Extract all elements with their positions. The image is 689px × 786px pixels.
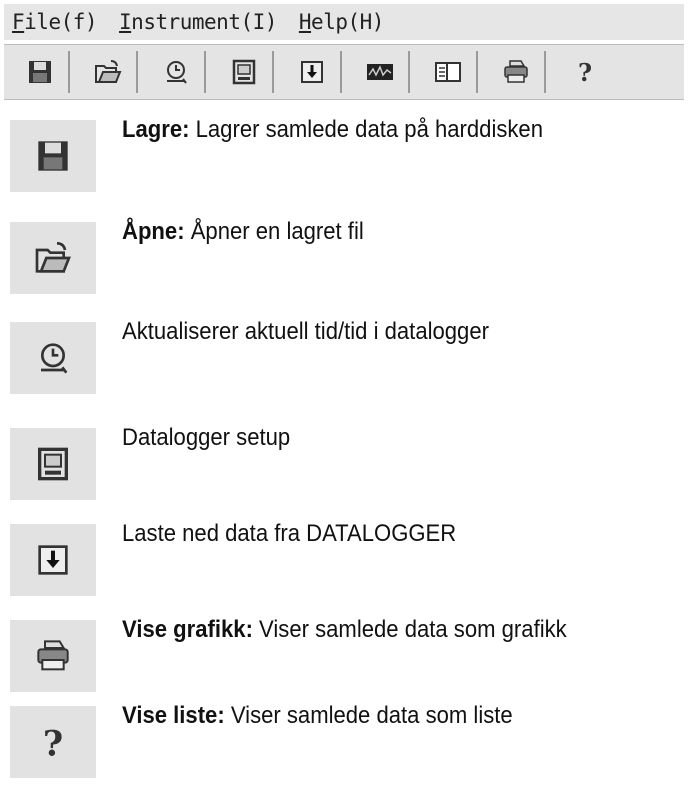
legend-open-text: Åpne: Åpner en lagret fil bbox=[122, 218, 364, 246]
legend-graph-title: Vise grafikk: bbox=[122, 616, 253, 643]
download-icon bbox=[301, 61, 323, 83]
download-icon bbox=[38, 545, 68, 575]
setup-icon bbox=[38, 447, 68, 481]
legend-row-download: Laste ned data fra DATALOGGER bbox=[10, 520, 680, 604]
toolbar: ? bbox=[4, 44, 684, 100]
menu-help-mnemonic: H bbox=[298, 10, 312, 34]
legend-save-title: Lagre: bbox=[122, 116, 190, 143]
legend-open-desc: Åpner en lagret fil bbox=[184, 218, 364, 245]
legend-row-open: Åpne: Åpner en lagret fil bbox=[10, 218, 680, 302]
legend-setup-desc: Datalogger setup bbox=[122, 424, 291, 451]
legend-row-setup: Datalogger setup bbox=[10, 424, 680, 508]
clock-icon bbox=[41, 343, 68, 374]
menu-file-mnemonic: F bbox=[12, 10, 25, 34]
menu-instrument-label: nstrument(I) bbox=[131, 10, 277, 34]
save-icon bbox=[29, 61, 51, 83]
legend-clock-button bbox=[10, 322, 96, 394]
open-icon bbox=[95, 60, 122, 83]
menu-help[interactable]: Help(H) bbox=[298, 10, 385, 34]
legend-download-desc: Laste ned data fra DATALOGGER bbox=[122, 520, 457, 547]
menu-file-label: ile(f) bbox=[24, 10, 98, 34]
menu-instrument-mnemonic: I bbox=[119, 10, 132, 34]
print-icon bbox=[504, 60, 528, 83]
open-icon bbox=[35, 242, 71, 273]
list-icon bbox=[435, 62, 461, 82]
menu-bar: File(f) Instrument(I) Help(H) bbox=[4, 4, 684, 40]
legend-download-text: Laste ned data fra DATALOGGER bbox=[122, 520, 456, 548]
legend-row-save: Lagre: Lagrer samlede data på harddisken bbox=[10, 116, 680, 200]
save-icon bbox=[38, 141, 68, 171]
legend-setup-button bbox=[10, 428, 96, 500]
clock-icon bbox=[167, 61, 187, 84]
legend-graph-desc: Viser samlede data som grafikk bbox=[252, 616, 567, 643]
help-icon: ? bbox=[43, 723, 63, 762]
toolbar-help-button[interactable]: ? bbox=[556, 51, 614, 93]
setup-icon bbox=[232, 59, 256, 85]
legend-open-title: Åpne: bbox=[122, 218, 185, 245]
legend-list-text: Vise liste: Viser samlede data som liste bbox=[122, 702, 513, 730]
toolbar-setup-button[interactable] bbox=[216, 51, 274, 93]
legend-graph-text: Vise grafikk: Viser samlede data som gra… bbox=[122, 616, 567, 644]
legend-clock-desc: Aktualiserer aktuell tid/tid i datalogge… bbox=[122, 318, 489, 345]
toolbar-list-button[interactable] bbox=[420, 51, 478, 93]
legend-save-desc: Lagrer samlede data på harddisken bbox=[189, 116, 544, 143]
toolbar-print-button[interactable] bbox=[488, 51, 546, 93]
menu-file[interactable]: File(f) bbox=[12, 10, 98, 34]
toolbar-download-button[interactable] bbox=[284, 51, 342, 93]
menu-instrument[interactable]: Instrument(I) bbox=[119, 10, 277, 34]
legend-list-title: Vise liste: bbox=[122, 702, 225, 729]
legend-row-list: ? Vise liste: Viser samlede data som lis… bbox=[10, 702, 680, 786]
legend-graph-button bbox=[10, 620, 96, 692]
legend-download-button bbox=[10, 524, 96, 596]
graph-icon bbox=[367, 64, 393, 80]
toolbar-clock-button[interactable] bbox=[148, 51, 206, 93]
legend-open-button bbox=[10, 222, 96, 294]
menu-help-label: elp(H) bbox=[311, 10, 384, 34]
svg-text:?: ? bbox=[43, 723, 63, 762]
toolbar-open-button[interactable] bbox=[80, 51, 138, 93]
legend-clock-text: Aktualiserer aktuell tid/tid i datalogge… bbox=[122, 318, 489, 346]
toolbar-save-button[interactable] bbox=[12, 51, 70, 93]
toolbar-graph-button[interactable] bbox=[352, 51, 410, 93]
legend-list-desc: Viser samlede data som liste bbox=[224, 702, 513, 729]
legend-list-button: ? bbox=[10, 706, 96, 778]
legend-row-graph: Vise grafikk: Viser samlede data som gra… bbox=[10, 616, 680, 700]
legend-save-button bbox=[10, 120, 96, 192]
legend-setup-text: Datalogger setup bbox=[122, 424, 290, 452]
print-icon bbox=[37, 640, 69, 671]
svg-text:?: ? bbox=[578, 58, 592, 87]
legend-save-text: Lagre: Lagrer samlede data på harddisken bbox=[122, 116, 543, 144]
legend-row-clock: Aktualiserer aktuell tid/tid i datalogge… bbox=[10, 318, 680, 402]
help-icon: ? bbox=[578, 58, 592, 87]
